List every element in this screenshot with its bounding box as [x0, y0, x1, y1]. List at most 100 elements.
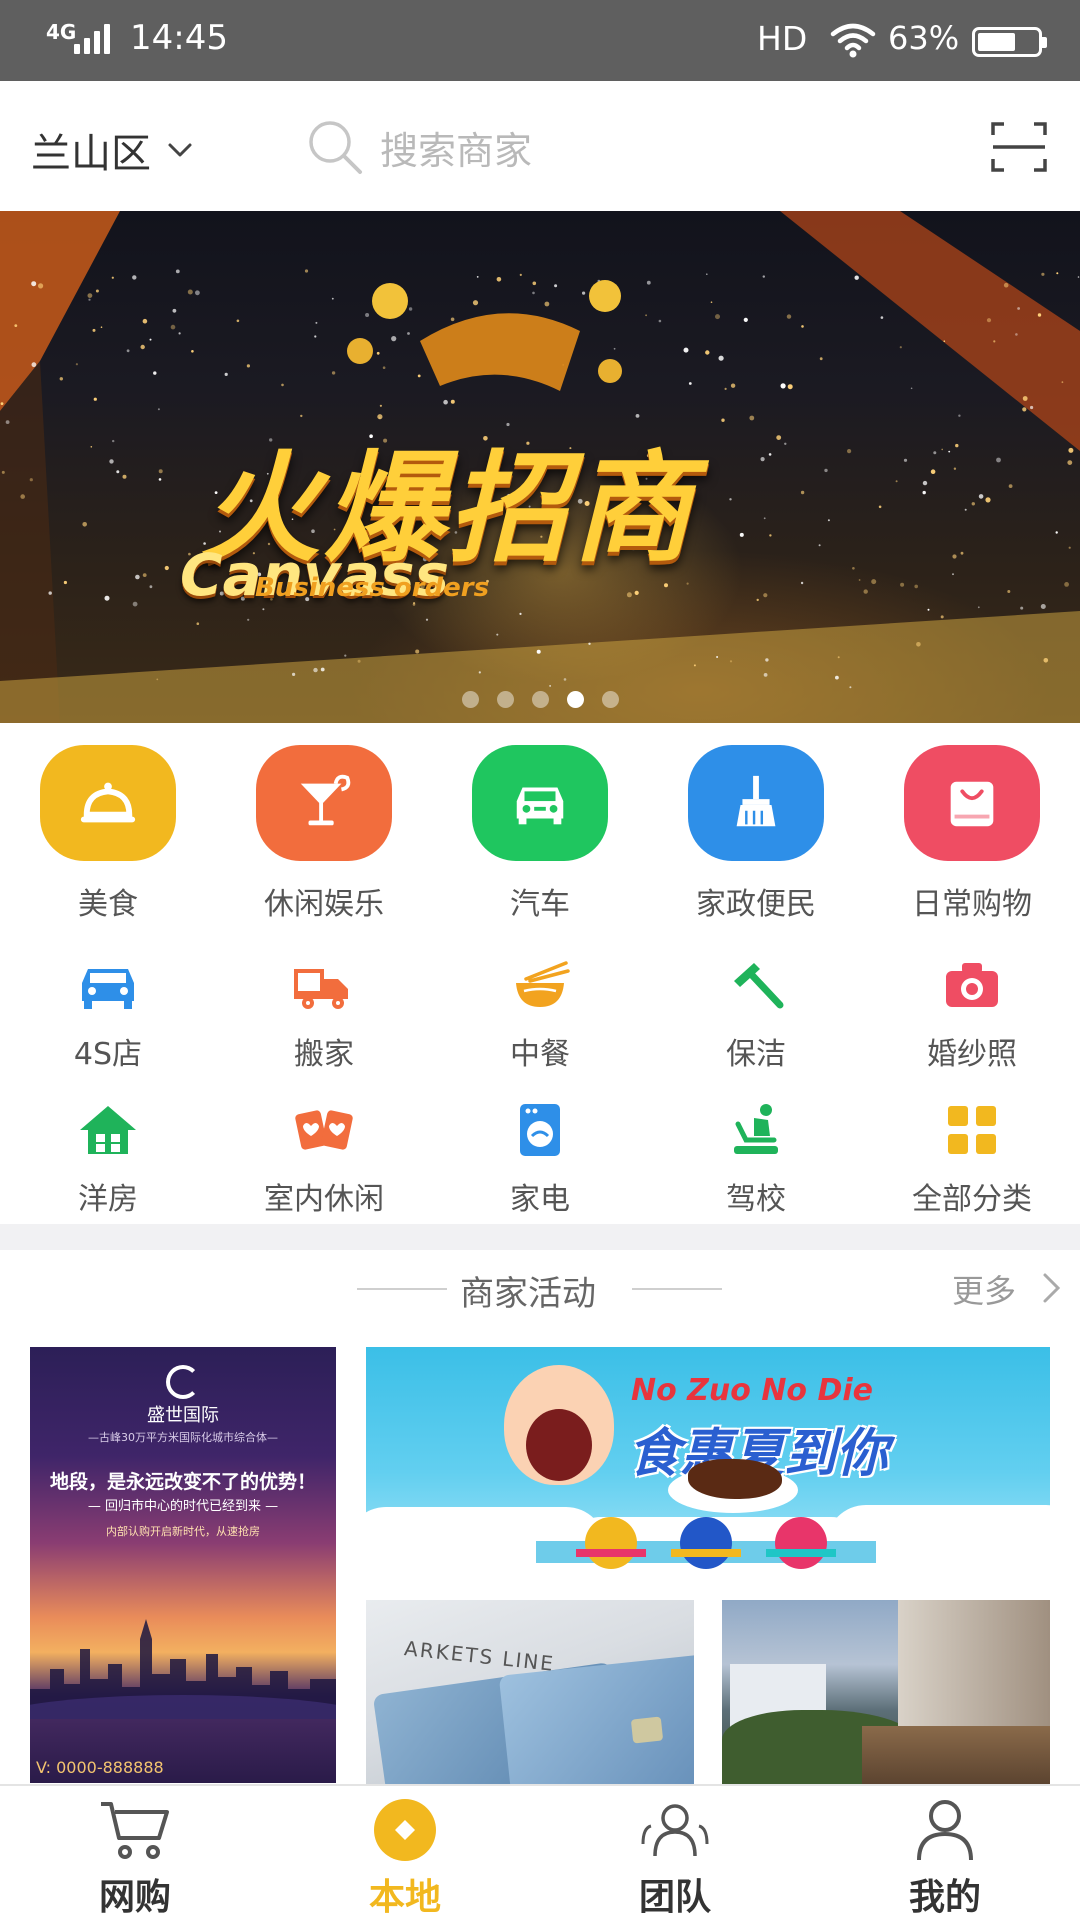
washing-machine-icon — [505, 1100, 575, 1160]
section-title: 商家活动 — [460, 1274, 596, 1314]
banner-tagline: Business orders — [255, 573, 490, 603]
signal-icon — [74, 24, 114, 54]
carousel-dot[interactable] — [461, 691, 479, 708]
subcategory-label: 保洁 — [726, 1037, 786, 1072]
camera-icon — [937, 955, 1007, 1015]
all-categories-icon — [937, 1100, 1007, 1160]
subcategory-8[interactable]: 家电 — [432, 1100, 648, 1218]
subcategory-label: 家电 — [510, 1182, 570, 1217]
nav-label: 团队 — [638, 1877, 711, 1918]
nav-item-4[interactable]: 我的 — [810, 1786, 1080, 1920]
title-line-left — [357, 1288, 447, 1290]
top-bar: 兰山区 搜索商家 — [0, 81, 1080, 211]
poster-tagline: —古峰30万平方米国际化城市综合体— — [88, 1431, 278, 1444]
nav-item-2[interactable]: 本地 — [270, 1786, 540, 1920]
chevron-right-icon[interactable] — [1040, 1270, 1064, 1306]
wifi-icon — [830, 23, 876, 58]
local-diamond-icon — [367, 1798, 443, 1862]
category-label: 家政便民 — [696, 887, 816, 922]
category-label: 美食 — [78, 887, 138, 922]
nav-label: 本地 — [368, 1877, 441, 1918]
activities-header: 商家活动 更多 — [0, 1250, 1080, 1342]
house-icon — [73, 1100, 143, 1160]
credit-card-poster[interactable]: ARKETS LINE — [366, 1600, 694, 1784]
subcategory-label: 驾校 — [726, 1182, 786, 1217]
squeegee-icon — [721, 955, 791, 1015]
category-4[interactable]: 家政便民 — [648, 745, 864, 923]
category-label: 休闲娱乐 — [264, 887, 384, 922]
subcategory-4[interactable]: 保洁 — [648, 955, 864, 1073]
battery-icon — [972, 27, 1047, 57]
subcategory-2[interactable]: 搬家 — [216, 955, 432, 1073]
battery-percent: 63% — [888, 19, 960, 57]
subcategory-label: 洋房 — [78, 1182, 138, 1217]
category-5[interactable]: 日常购物 — [864, 745, 1080, 923]
nav-label: 网购 — [98, 1877, 171, 1918]
cocktail-icon — [256, 745, 392, 861]
more-link[interactable]: 更多 — [952, 1266, 1016, 1312]
section-divider — [0, 1224, 1080, 1250]
carousel-dot[interactable] — [531, 691, 549, 708]
credit-card-illustration — [498, 1652, 694, 1784]
carousel-dot[interactable] — [566, 691, 584, 708]
poster-slogan-en: No Zuo No Die — [631, 1373, 874, 1408]
main-categories: 美食 休闲娱乐 汽车 家政便民 日常购物 — [0, 745, 1080, 925]
brand-logo-icon — [166, 1365, 200, 1399]
subcategory-10[interactable]: 全部分类 — [864, 1100, 1080, 1218]
poster-headline: 地段，是永远改变不了的优势！ — [49, 1471, 316, 1493]
subcategory-label: 搬家 — [294, 1037, 354, 1072]
steak-illustration — [688, 1459, 782, 1499]
profile-icon — [907, 1798, 983, 1862]
subcategory-label: 婚纱照 — [927, 1037, 1017, 1072]
broom-icon — [688, 745, 824, 861]
network-type: 4G — [46, 20, 77, 44]
poster-note: 内部认购开启新时代，从速抢房 — [106, 1525, 260, 1538]
subcategory-label: 中餐 — [510, 1037, 570, 1072]
carousel-dot[interactable] — [496, 691, 514, 708]
subcategory-label: 全部分类 — [912, 1182, 1032, 1217]
title-line-right — [632, 1288, 722, 1290]
subcategory-7[interactable]: 室内休闲 — [216, 1100, 432, 1218]
team-icon — [637, 1798, 713, 1862]
food-promo-poster[interactable]: No Zuo No Die 食惠夏到你 — [366, 1347, 1050, 1575]
cartoon-mouth — [526, 1409, 592, 1481]
subcategory-6[interactable]: 洋房 — [0, 1100, 216, 1218]
status-bar: 4G 14:45 HD 63% — [0, 0, 1080, 81]
card-chip — [630, 1716, 664, 1744]
driving-school-icon — [721, 1100, 791, 1160]
hd-indicator: HD — [757, 19, 808, 58]
search-bar[interactable]: 搜索商家 — [306, 115, 866, 179]
poster-brand: 盛世国际 — [147, 1405, 219, 1426]
subcategory-9[interactable]: 驾校 — [648, 1100, 864, 1218]
search-placeholder: 搜索商家 — [380, 128, 533, 173]
district-label: 兰山区 — [31, 131, 151, 177]
poster-sub: — 回归市中心的时代已经到来 — — [87, 1499, 279, 1514]
category-3[interactable]: 汽车 — [432, 745, 648, 923]
district-selector[interactable]: 兰山区 — [31, 121, 193, 179]
poster-phone: V: 0000-888888 — [36, 1758, 164, 1777]
category-2[interactable]: 休闲娱乐 — [216, 745, 432, 923]
nav-item-3[interactable]: 团队 — [540, 1786, 810, 1920]
subcategory-label: 室内休闲 — [264, 1182, 384, 1217]
subcategory-1[interactable]: 4S店 — [0, 955, 216, 1073]
subcategory-3[interactable]: 中餐 — [432, 955, 648, 1073]
chips-decoration — [536, 1517, 876, 1569]
nav-label: 我的 — [908, 1877, 981, 1918]
car-service-icon — [73, 955, 143, 1015]
noodle-bowl-icon — [505, 955, 575, 1015]
nav-item-1[interactable]: 网购 — [0, 1786, 270, 1920]
car-icon — [472, 745, 608, 861]
shopping-bag-icon — [904, 745, 1040, 861]
carousel-dot[interactable] — [601, 691, 619, 708]
promo-banner[interactable]: 火爆招商 Canvass Business orders — [0, 211, 1080, 723]
subcategory-label: 4S店 — [73, 1037, 143, 1072]
category-1[interactable]: 美食 — [0, 745, 216, 923]
bottom-navigation: 网购 本地 团队 我的 — [0, 1784, 1080, 1920]
subcategory-5[interactable]: 婚纱照 — [864, 955, 1080, 1073]
deck-illustration — [862, 1726, 1050, 1784]
skyline-illustration — [30, 1619, 336, 1719]
chevron-down-icon — [168, 143, 192, 157]
property-view-poster[interactable] — [722, 1600, 1050, 1784]
scan-icon[interactable] — [990, 121, 1048, 173]
realestate-poster[interactable]: 盛世国际 —古峰30万平方米国际化城市综合体— 地段，是永远改变不了的优势！ —… — [30, 1347, 336, 1783]
